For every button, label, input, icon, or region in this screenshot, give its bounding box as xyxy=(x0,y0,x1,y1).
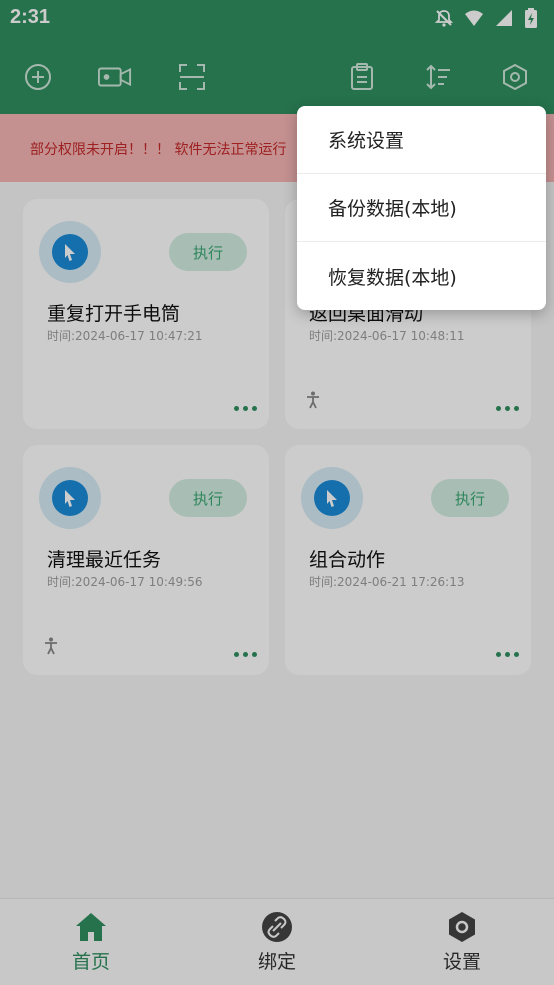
menu-item-system-settings[interactable]: 系统设置 xyxy=(297,106,546,174)
menu-item-restore-local[interactable]: 恢复数据(本地) xyxy=(297,242,546,310)
menu-item-backup-local[interactable]: 备份数据(本地) xyxy=(297,174,546,242)
overflow-menu: 系统设置 备份数据(本地) 恢复数据(本地) xyxy=(297,106,546,310)
